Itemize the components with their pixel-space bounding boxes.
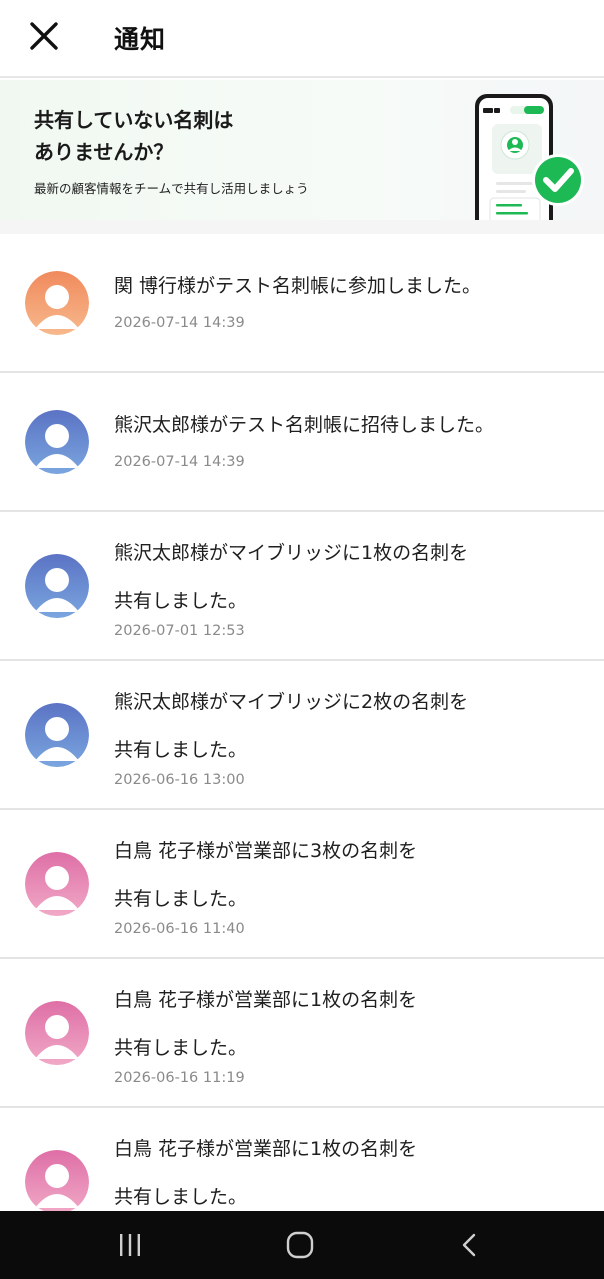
recent-apps-icon	[120, 1234, 140, 1256]
notification-timestamp: 2026-06-16 11:19	[114, 1070, 245, 1086]
notification-item[interactable]: 白鳥 花子様が営業部に3枚の名刺を 共有しました。 2026-06-16 11:…	[0, 810, 604, 959]
notification-message-line2: 共有しました。	[114, 1037, 248, 1059]
notification-message-line2: 共有しました。	[114, 590, 248, 612]
avatar-icon	[25, 703, 89, 767]
section-divider	[0, 220, 604, 234]
banner-title: 共有していない名刺は ありませんか？	[34, 104, 394, 168]
notification-message-line2: 共有しました。	[114, 888, 248, 910]
notification-timestamp: 2026-07-14 14:39	[114, 315, 245, 331]
share-promo-banner[interactable]: 共有していない名刺は ありませんか？ 最新の顧客情報をチームで共有し活用しましょ…	[0, 80, 604, 220]
recent-apps-button[interactable]	[110, 1225, 150, 1265]
system-navigation-bar	[0, 1211, 604, 1279]
notification-message-line1: 関 博行様がテスト名刺帳に参加しました。	[114, 275, 482, 297]
page-title: 通知	[114, 25, 167, 54]
close-icon	[30, 22, 58, 50]
notification-message-line1: 熊沢太郎様がマイブリッジに2枚の名刺を	[114, 691, 469, 713]
avatar-icon	[25, 271, 89, 335]
notification-item[interactable]: 白鳥 花子様が営業部に1枚の名刺を 共有しました。 2026-06-16 11:…	[0, 959, 604, 1108]
notification-message: 白鳥 花子様が営業部に1枚の名刺を 共有しました。	[114, 976, 584, 1072]
notification-timestamp: 2026-06-16 13:00	[114, 772, 245, 788]
avatar-icon	[25, 554, 89, 618]
home-button[interactable]	[280, 1225, 320, 1265]
notification-message: 熊沢太郎様がマイブリッジに2枚の名刺を 共有しました。	[114, 678, 584, 774]
avatar-icon	[25, 410, 89, 474]
notification-timestamp: 2026-07-14 14:39	[114, 454, 245, 470]
home-icon	[286, 1231, 314, 1259]
notification-message-line1: 白鳥 花子様が営業部に3枚の名刺を	[114, 840, 418, 862]
notification-message: 熊沢太郎様がテスト名刺帳に招待しました。	[114, 407, 584, 443]
notification-item[interactable]: 熊沢太郎様がテスト名刺帳に招待しました。 2026-07-14 14:39	[0, 373, 604, 512]
notification-item[interactable]: 熊沢太郎様がマイブリッジに1枚の名刺を 共有しました。 2026-07-01 1…	[0, 512, 604, 661]
banner-title-line1: 共有していない名刺は	[34, 108, 234, 132]
back-icon	[462, 1233, 476, 1257]
notifications-screen: 通知 共有していない名刺は ありませんか？ 最新の顧客情報をチームで共有し活用し…	[0, 0, 604, 1279]
phone-check-icon	[475, 94, 584, 220]
notification-message: 関 博行様がテスト名刺帳に参加しました。	[114, 268, 584, 304]
close-button[interactable]	[22, 14, 66, 58]
notification-list: 関 博行様がテスト名刺帳に参加しました。 2026-07-14 14:39 熊沢…	[0, 234, 604, 1257]
notification-item[interactable]: 関 博行様がテスト名刺帳に参加しました。 2026-07-14 14:39	[0, 234, 604, 373]
notification-message-line2: 共有しました。	[114, 739, 248, 761]
notification-message: 白鳥 花子様が営業部に3枚の名刺を 共有しました。	[114, 827, 584, 923]
avatar-icon	[25, 1150, 89, 1214]
app-header: 通知	[0, 0, 604, 78]
notification-timestamp: 2026-06-16 11:40	[114, 921, 245, 937]
notification-message-line1: 熊沢太郎様がマイブリッジに1枚の名刺を	[114, 542, 469, 564]
avatar-icon	[25, 1001, 89, 1065]
avatar-icon	[25, 852, 89, 916]
back-button[interactable]	[450, 1225, 490, 1265]
notification-message-line1: 白鳥 花子様が営業部に1枚の名刺を	[114, 1138, 418, 1160]
notification-item[interactable]: 熊沢太郎様がマイブリッジに2枚の名刺を 共有しました。 2026-06-16 1…	[0, 661, 604, 810]
banner-title-line2: ありませんか？	[34, 140, 174, 164]
notification-message-line1: 白鳥 花子様が営業部に1枚の名刺を	[114, 989, 418, 1011]
banner-subtitle: 最新の顧客情報をチームで共有し活用しましょう	[34, 181, 309, 196]
notification-message-line1: 熊沢太郎様がテスト名刺帳に招待しました。	[114, 414, 495, 436]
notification-message: 白鳥 花子様が営業部に1枚の名刺を 共有しました。	[114, 1125, 584, 1221]
notification-message: 熊沢太郎様がマイブリッジに1枚の名刺を 共有しました。	[114, 529, 584, 625]
notification-timestamp: 2026-07-01 12:53	[114, 623, 245, 639]
